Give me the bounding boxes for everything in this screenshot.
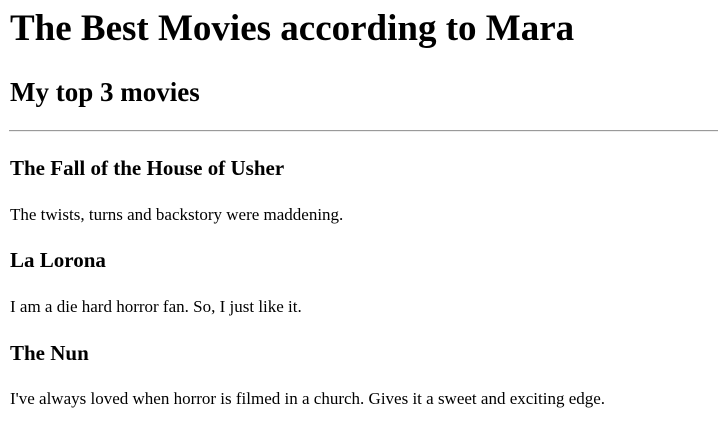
movie-description: The twists, turns and backstory were mad…	[10, 205, 344, 224]
page: The Best Movies according to Mara My top…	[0, 0, 719, 445]
divider	[9, 130, 718, 132]
movie-title: The Fall of the House of Usher	[10, 156, 285, 180]
movie-title: La Lorona	[10, 248, 106, 272]
movie-title: The Nun	[10, 341, 89, 365]
page-title: The Best Movies according to Mara	[10, 8, 575, 49]
movie-description: I am a die hard horror fan. So, I just l…	[10, 297, 302, 316]
movie-description: I've always loved when horror is filmed …	[10, 389, 606, 408]
page-subtitle: My top 3 movies	[10, 77, 200, 107]
